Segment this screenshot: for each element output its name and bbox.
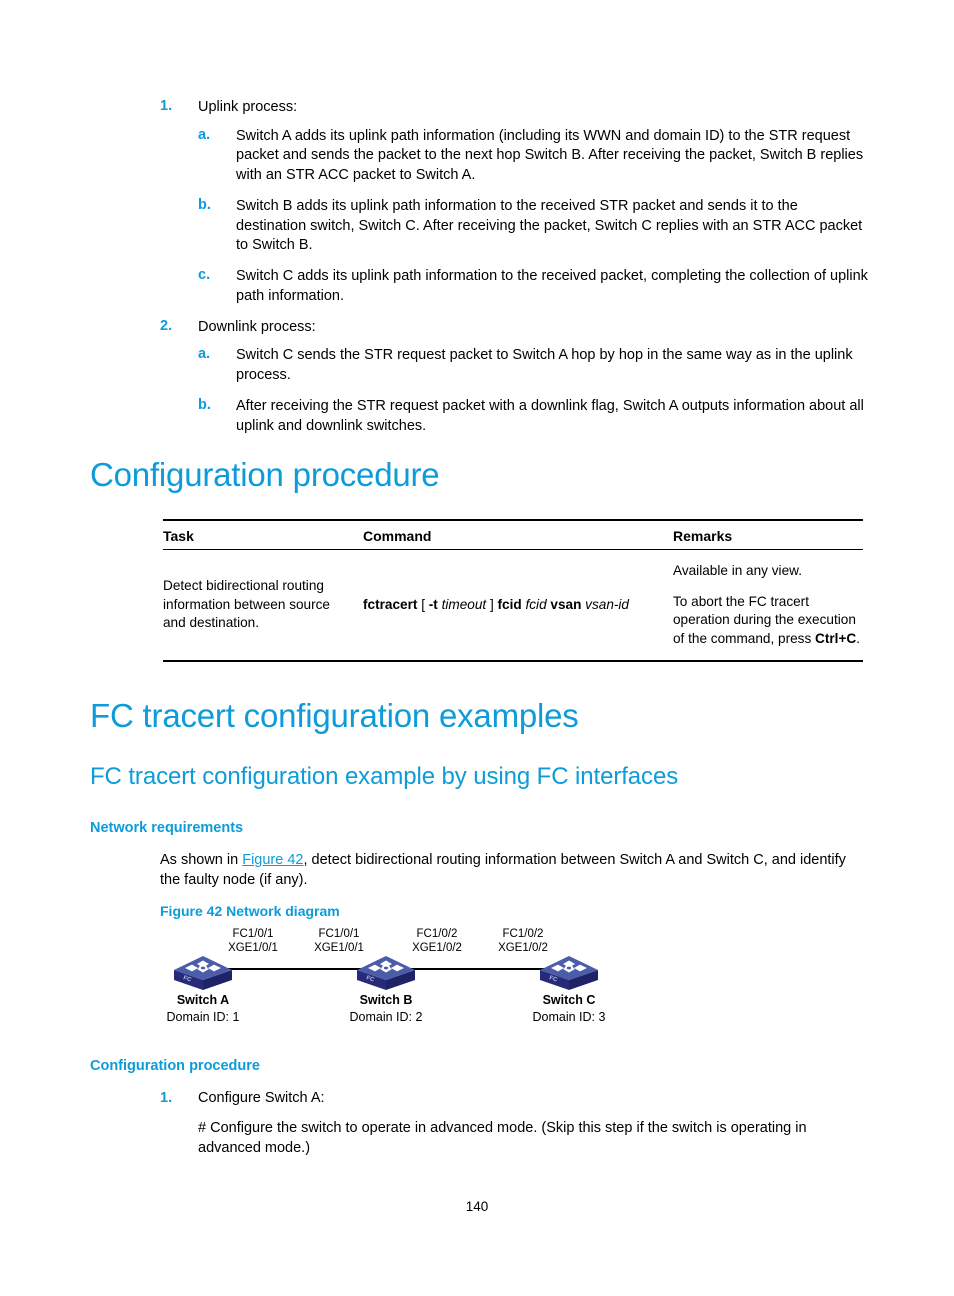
value-vsan: vsan-id (585, 596, 629, 612)
comment-body: # Configure the switch to operate in adv… (198, 1120, 807, 1156)
link-switch-a-to-switch-b (228, 968, 365, 971)
port-label-line1: FC1/0/1 (232, 928, 274, 940)
list-item-label: Configure Switch A: (198, 1090, 325, 1106)
port-label-line1: FC1/0/2 (502, 928, 544, 940)
switch-a-icon: FC (172, 946, 234, 990)
list-marker: c. (198, 267, 211, 284)
device-domain-id: Domain ID: 3 (532, 1010, 606, 1024)
heading-network-requirements: Network requirements (90, 820, 244, 836)
figure-caption: Figure 42 Network diagram (160, 903, 340, 919)
device-domain-id: Domain ID: 2 (349, 1010, 423, 1024)
list-item: a. Switch C sends the STR request packet… (198, 346, 870, 386)
table-row: Detect bidirectional routing information… (163, 549, 863, 662)
list-marker: 1. (160, 1090, 173, 1106)
procedure-list: 1. Uplink process: a. Switch A adds its … (160, 98, 870, 448)
page-number: 140 (465, 1199, 489, 1214)
switch-icon: FC (540, 956, 598, 990)
device-name: Switch B (359, 993, 413, 1007)
remark-abort: To abort the FC tracert operation during… (673, 593, 863, 649)
link-switch-b-to-switch-c (411, 968, 548, 971)
comment-text: # Configure the switch to operate in adv… (160, 1119, 870, 1159)
cell-remarks: Available in any view. To abort the FC t… (673, 549, 863, 662)
switch-b-icon: FC (355, 946, 417, 990)
configuration-table: Task Command Remarks Detect bidirectiona… (163, 519, 863, 662)
bracket-open: [ (421, 596, 425, 612)
heading-configuration-procedure-minor: Configuration procedure (90, 1058, 260, 1074)
list-item: a. Switch A adds its uplink path informa… (198, 127, 870, 186)
config-step-1: 1. Configure Switch A: (160, 1089, 870, 1109)
sub-list-downlink: a. Switch C sends the STR request packet… (198, 346, 870, 436)
list-marker: b. (198, 196, 211, 213)
heading-fc-tracert-configuration-examples: FC tracert configuration examples (90, 697, 579, 734)
option-value: timeout (441, 596, 487, 612)
switch-icon: FC (174, 956, 232, 990)
remark-abort-period: . (856, 630, 860, 646)
port-label-line1: FC1/0/2 (416, 928, 458, 940)
list-item-uplink-process: 1. Uplink process: a. Switch A adds its … (160, 98, 870, 307)
list-item-label: After receiving the STR request packet w… (236, 397, 864, 434)
list-item-downlink-process: 2. Downlink process: a. Switch C sends t… (160, 318, 870, 437)
heading-configuration-procedure: Configuration procedure (90, 456, 440, 493)
switch-c-icon: FC (538, 946, 600, 990)
list-item-label: Switch A adds its uplink path informatio… (236, 127, 864, 184)
list-marker: a. (198, 346, 211, 363)
list-item: c. Switch C adds its uplink path informa… (198, 267, 870, 307)
value-fcid: fcid (525, 596, 547, 612)
document-page: 1. Uplink process: a. Switch A adds its … (0, 0, 954, 1296)
keyword-vsan: vsan (550, 596, 582, 612)
cell-task: Detect bidirectional routing information… (163, 549, 363, 662)
bracket-close: ] (489, 596, 494, 612)
list-item: 1. Configure Switch A: (160, 1089, 870, 1109)
list-item-label: Downlink process: (198, 318, 316, 335)
device-label-switch-c: Switch C Domain ID: 3 (509, 992, 629, 1026)
table-header-row: Task Command Remarks (163, 520, 863, 550)
network-diagram: FC1/0/1 XGE1/0/1 FC1/0/1 XGE1/0/1 FC1/0/… (160, 928, 630, 1033)
device-label-switch-a: Switch A Domain ID: 1 (143, 992, 263, 1026)
column-header-task: Task (163, 520, 363, 550)
device-name: Switch C (542, 993, 596, 1007)
column-header-command: Command (363, 520, 673, 550)
command-name: fctracert (363, 596, 418, 612)
port-label-line1: FC1/0/1 (318, 928, 360, 940)
list-marker: b. (198, 396, 211, 413)
device-name: Switch A (176, 993, 230, 1007)
config-step-1-detail: # Configure the switch to operate in adv… (160, 1119, 870, 1159)
network-requirements-paragraph: As shown in Figure 42, detect bidirectio… (160, 851, 870, 891)
figure-42-link[interactable]: Figure 42 (242, 852, 303, 868)
heading-fc-tracert-example-by-using-fc-interfaces: FC tracert configuration example by usin… (90, 763, 679, 790)
list-item: b. After receiving the STR request packe… (198, 397, 870, 437)
list-marker: a. (198, 126, 211, 143)
shortcut-key: Ctrl+C (815, 630, 857, 646)
list-marker: 2. (160, 317, 173, 334)
option-flag: -t (428, 596, 438, 612)
list-item-label: Switch B adds its uplink path informatio… (236, 197, 863, 254)
paragraph-text-pre: As shown in (160, 852, 243, 868)
list-item-label: Switch C sends the STR request packet to… (236, 347, 853, 384)
keyword-fcid: fcid (497, 596, 522, 612)
switch-icon: FC (357, 956, 415, 990)
device-domain-id: Domain ID: 1 (166, 1010, 240, 1024)
cell-command: fctracert [ -t timeout ] fcid fcid vsan … (363, 549, 673, 662)
column-header-remarks: Remarks (673, 520, 863, 550)
list-item-label: Uplink process: (198, 99, 298, 115)
device-label-switch-b: Switch B Domain ID: 2 (326, 992, 446, 1026)
remark-availability: Available in any view. (673, 563, 802, 578)
list-item-label: Switch C adds its uplink path informatio… (236, 268, 868, 305)
list-item: b. Switch B adds its uplink path informa… (198, 197, 870, 256)
sub-list-uplink: a. Switch A adds its uplink path informa… (198, 127, 870, 307)
list-marker: 1. (160, 98, 173, 114)
